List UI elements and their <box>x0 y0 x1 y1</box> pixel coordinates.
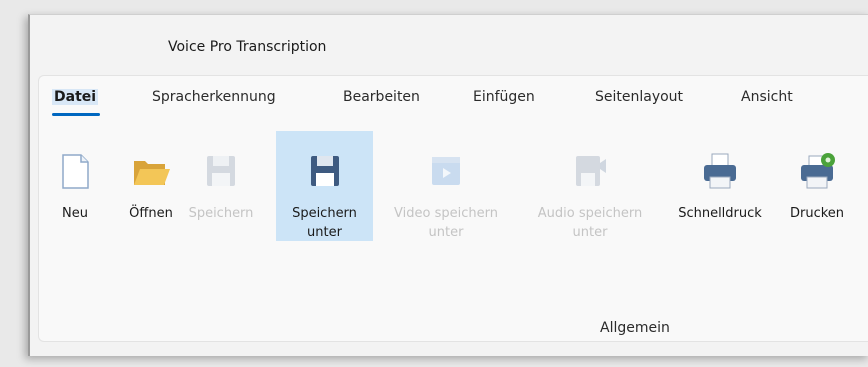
printer-icon <box>704 153 736 189</box>
save-as-button[interactable]: Speichern unter <box>276 131 373 241</box>
folder-open-icon <box>134 161 170 185</box>
save-video-as-button-label: Video speichern unter <box>394 206 498 240</box>
new-button-label: Neu <box>62 206 88 221</box>
open-button[interactable]: Öffnen <box>122 131 180 241</box>
save-button-label: Speichern <box>188 206 254 221</box>
save-video-as-button[interactable]: Video speichern unter <box>376 131 516 241</box>
audio-save-icon <box>576 156 606 186</box>
new-document-icon <box>62 154 89 189</box>
tab-bearbeiten[interactable]: Bearbeiten <box>343 89 420 105</box>
active-tab-indicator <box>52 113 100 116</box>
screenshot-frame: Voice Pro Transcription Datei Spracherke… <box>0 0 868 367</box>
quick-print-button-label: Schnelldruck <box>678 206 762 221</box>
save-as-icon <box>310 156 339 186</box>
ribbon-group-label: Allgemein <box>600 320 670 336</box>
save-button[interactable]: Speichern <box>186 131 256 241</box>
save-icon <box>207 156 235 186</box>
save-audio-as-button[interactable]: Audio speichern unter <box>520 131 660 241</box>
tab-seitenlayout[interactable]: Seitenlayout <box>595 89 683 105</box>
save-as-button-label: Speichern unter <box>292 206 357 240</box>
save-audio-as-button-label: Audio speichern unter <box>537 206 643 240</box>
print-button[interactable]: Drucken <box>774 131 860 241</box>
quick-print-button[interactable]: Schnelldruck <box>670 131 770 241</box>
app-window: Voice Pro Transcription Datei Spracherke… <box>28 14 868 356</box>
new-button[interactable]: Neu <box>52 131 98 241</box>
ribbon-tabs: Datei Spracherkennung Bearbeiten Einfüge… <box>30 89 868 119</box>
video-save-icon <box>432 157 460 185</box>
tab-spracherkennung[interactable]: Spracherkennung <box>152 89 276 105</box>
tab-datei[interactable]: Datei <box>52 89 99 105</box>
tab-einfuegen[interactable]: Einfügen <box>473 89 535 105</box>
tab-ansicht[interactable]: Ansicht <box>741 89 793 105</box>
open-button-label: Öffnen <box>129 206 173 221</box>
window-title: Voice Pro Transcription <box>168 39 327 55</box>
print-button-label: Drucken <box>789 206 845 221</box>
title-bar: Voice Pro Transcription <box>30 15 868 75</box>
printer-settings-icon <box>801 153 835 189</box>
